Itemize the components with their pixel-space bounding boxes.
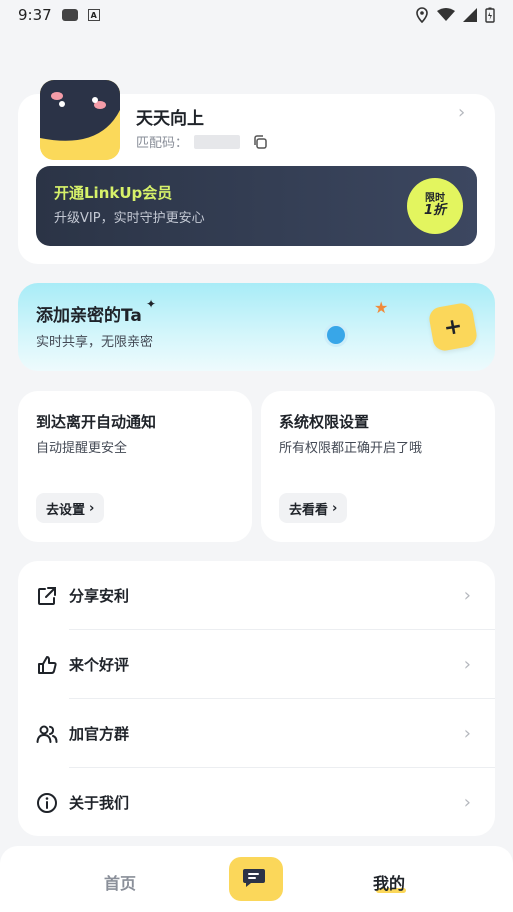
- chevron-right-icon: ›: [463, 654, 471, 675]
- avatar[interactable]: [40, 80, 120, 160]
- partner-subtitle: 实时共享，无限亲密: [36, 335, 154, 350]
- chevron-right-icon: ›: [332, 500, 338, 516]
- chevron-right-icon: ›: [458, 102, 466, 123]
- badge-line2: 1折: [423, 203, 447, 219]
- wifi-icon: [437, 8, 455, 21]
- plus-icon: +: [441, 313, 465, 341]
- location-pin-icon: [324, 323, 348, 347]
- chevron-right-icon: ›: [463, 723, 471, 744]
- add-partner-button[interactable]: +: [427, 301, 479, 353]
- menu-label: 来个好评: [69, 656, 130, 674]
- match-code-row: 匹配码：: [136, 132, 268, 151]
- discount-badge: 限时 1折: [407, 178, 463, 234]
- auto-notify-title: 到达离开自动通知: [36, 413, 157, 431]
- vip-banner[interactable]: 开通LinkUp会员 升级VIP，实时守护更安心 限时 1折: [36, 166, 477, 246]
- status-bar: 9:37 A: [0, 0, 513, 30]
- group-icon: [36, 725, 58, 743]
- menu-item-rate[interactable]: 来个好评 ›: [18, 630, 495, 699]
- notification-icon: [61, 9, 78, 21]
- status-time: 9:37: [18, 6, 52, 24]
- nav-mine[interactable]: 我的: [373, 870, 405, 894]
- thumbs-up-icon: [38, 655, 57, 674]
- permissions-card[interactable]: 系统权限设置 所有权限都正确开启了哦 去看看 ›: [261, 391, 495, 542]
- star-icon: ★: [374, 298, 389, 317]
- menu-item-share[interactable]: 分享安利 ›: [18, 561, 495, 630]
- match-code-value: [194, 134, 241, 149]
- permissions-subtitle: 所有权限都正确开启了哦: [279, 441, 423, 456]
- menu-label: 分享安利: [69, 587, 130, 605]
- chevron-right-icon: ›: [463, 792, 471, 813]
- auto-notify-card[interactable]: 到达离开自动通知 自动提醒更安全 去设置 ›: [18, 391, 252, 542]
- nav-chat-button[interactable]: [229, 857, 283, 901]
- vip-subtitle: 升级VIP，实时守护更安心: [54, 211, 205, 226]
- nav-home[interactable]: 首页: [104, 870, 136, 894]
- add-partner-card[interactable]: 添加亲密的Ta 实时共享，无限亲密 ✦ ★ +: [18, 283, 495, 371]
- go-settings-label: 去设置: [46, 502, 86, 518]
- bottom-nav: 首页 我的: [0, 846, 513, 912]
- match-code-label: 匹配码：: [136, 136, 189, 151]
- vip-title: 开通LinkUp会员: [54, 184, 173, 202]
- signal-icon: [463, 8, 477, 22]
- partner-title: 添加亲密的Ta: [36, 306, 142, 326]
- menu-list: 分享安利 › 来个好评 › 加官方群 › 关于我们 ›: [18, 561, 495, 836]
- profile-card[interactable]: 天天向上 匹配码： › 开通LinkUp会员 升级VIP，实时守护更安心 限时 …: [18, 80, 495, 264]
- menu-label: 加官方群: [69, 725, 130, 743]
- sparkle-icon: ✦: [146, 297, 157, 311]
- location-icon: [416, 7, 428, 23]
- permissions-title: 系统权限设置: [279, 413, 370, 431]
- auto-notify-subtitle: 自动提醒更安全: [36, 441, 128, 456]
- menu-item-group[interactable]: 加官方群 ›: [18, 699, 495, 768]
- app-notification-icon: A: [87, 9, 100, 21]
- go-check-label: 去看看: [289, 502, 329, 518]
- copy-icon[interactable]: [252, 134, 268, 150]
- share-icon: [38, 586, 56, 605]
- go-check-button[interactable]: 去看看 ›: [279, 493, 348, 523]
- go-settings-button[interactable]: 去设置 ›: [36, 493, 105, 523]
- battery-icon: [485, 7, 495, 23]
- info-icon: [37, 792, 57, 813]
- chat-icon: [243, 869, 265, 887]
- chevron-right-icon: ›: [463, 585, 471, 606]
- nickname: 天天向上: [136, 109, 204, 129]
- menu-label: 关于我们: [69, 794, 130, 812]
- chevron-right-icon: ›: [89, 500, 95, 516]
- menu-item-about[interactable]: 关于我们 ›: [18, 768, 495, 837]
